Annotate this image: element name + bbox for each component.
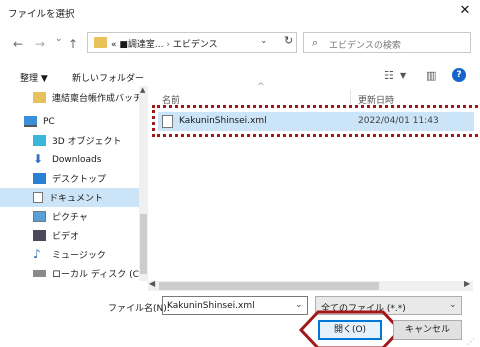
music-note-icon: ♪: [33, 247, 41, 261]
close-icon[interactable]: ✕: [455, 2, 475, 20]
desktop-icon: [33, 173, 46, 184]
window-title: ファイルを選択: [8, 9, 75, 20]
breadcrumb-item[interactable]: ■調達室...: [119, 40, 163, 50]
back-arrow-icon[interactable]: ←: [13, 37, 23, 51]
folder-icon: [33, 92, 46, 103]
file-list-scrollbar[interactable]: ◀ ▶: [148, 279, 473, 291]
search-icon: ⌕: [312, 36, 319, 49]
sidebar-scrollbar-thumb[interactable]: [140, 214, 147, 274]
sidebar-item-pictures[interactable]: ピクチャ: [0, 207, 147, 226]
sidebar-item-label: ローカル ディスク (C:): [52, 270, 146, 280]
open-button[interactable]: 開く(O): [318, 320, 382, 340]
sidebar-item-documents[interactable]: ドキュメント: [0, 188, 147, 207]
new-folder-button[interactable]: 新しいフォルダー: [72, 71, 144, 84]
document-icon: [33, 192, 43, 203]
organize-menu[interactable]: 整理 ▼: [20, 71, 48, 84]
cube-icon: [33, 135, 46, 146]
filename-label: ファイル名(N):: [108, 304, 170, 314]
sidebar-item-label: 3D オブジェクト: [52, 137, 122, 147]
search-input[interactable]: エビデンスの検索: [329, 38, 401, 51]
breadcrumb: « ■調達室... › エビデンス: [111, 37, 218, 50]
download-arrow-icon: ⬇: [33, 152, 44, 166]
sidebar-scrollbar[interactable]: ▲: [139, 86, 148, 281]
scroll-right-arrow-icon[interactable]: ▶: [464, 279, 470, 288]
sidebar-item-label: ドキュメント: [49, 194, 104, 204]
search-box[interactable]: ⌕ エビデンスの検索: [303, 32, 471, 53]
picture-icon: [33, 211, 46, 222]
sidebar-item-downloads[interactable]: ⬇ Downloads: [0, 150, 147, 169]
sidebar-item-label: Downloads: [52, 154, 102, 165]
help-icon[interactable]: ?: [452, 68, 466, 82]
column-divider[interactable]: [350, 90, 351, 104]
drive-icon: [33, 270, 46, 277]
breadcrumb-item-current[interactable]: エビデンス: [173, 40, 218, 50]
scroll-left-arrow-icon[interactable]: ◀: [149, 279, 155, 288]
file-callout-highlight: [152, 105, 480, 137]
resize-grip-icon[interactable]: ⋰: [467, 337, 475, 346]
breadcrumb-overflow[interactable]: «: [111, 40, 117, 50]
up-arrow-icon[interactable]: ↑: [68, 37, 78, 51]
recent-locations-chevron-icon[interactable]: ⌄: [55, 34, 63, 44]
sidebar-item-label: PC: [43, 116, 55, 127]
sidebar-item-pc[interactable]: PC: [0, 112, 147, 131]
view-options-icon[interactable]: ☷: [384, 69, 394, 82]
sidebar-item-local-disk[interactable]: ローカル ディスク (C:): [0, 264, 147, 283]
navigation-pane: 連結稟台帳作成バッチ PC 3D オブジェクト ⬇ Downloads デスクト…: [0, 86, 148, 281]
filename-field[interactable]: KakuninShinsei.xml ⌄: [162, 296, 308, 315]
sidebar-item-label: ピクチャ: [52, 213, 88, 223]
folder-icon: [94, 37, 107, 48]
view-options-chevron-icon[interactable]: ▼: [400, 71, 406, 80]
sidebar-item-label: デスクトップ: [52, 175, 107, 185]
filename-input[interactable]: KakuninShinsei.xml: [167, 301, 255, 311]
forward-arrow-icon[interactable]: →: [35, 37, 45, 51]
breadcrumb-separator: ›: [166, 40, 170, 50]
address-bar[interactable]: « ■調達室... › エビデンス ⌄: [87, 32, 297, 53]
preview-pane-icon[interactable]: ▥: [426, 69, 436, 82]
sidebar-item-batch-folder[interactable]: 連結稟台帳作成バッチ: [0, 88, 147, 107]
sidebar-item-label: 連結稟台帳作成バッチ: [52, 94, 143, 104]
sidebar-item-label: ミュージック: [52, 251, 106, 261]
sidebar-item-music[interactable]: ♪ ミュージック: [0, 245, 147, 264]
sort-caret-icon: ^: [257, 82, 265, 92]
sidebar-item-3d-objects[interactable]: 3D オブジェクト: [0, 131, 147, 150]
refresh-icon[interactable]: ↻: [284, 34, 293, 47]
chevron-down-icon: ⌄: [449, 300, 457, 310]
chevron-down-icon[interactable]: ⌄: [260, 36, 268, 46]
video-icon: [33, 230, 46, 241]
cancel-button[interactable]: キャンセル: [393, 320, 462, 340]
computer-icon: [24, 116, 37, 127]
file-list-scrollbar-thumb[interactable]: [159, 282, 379, 290]
sidebar-item-desktop[interactable]: デスクトップ: [0, 169, 147, 188]
scroll-up-arrow-icon[interactable]: ▲: [140, 86, 145, 94]
sidebar-item-label: ビデオ: [52, 232, 80, 242]
sidebar-item-videos[interactable]: ビデオ: [0, 226, 147, 245]
